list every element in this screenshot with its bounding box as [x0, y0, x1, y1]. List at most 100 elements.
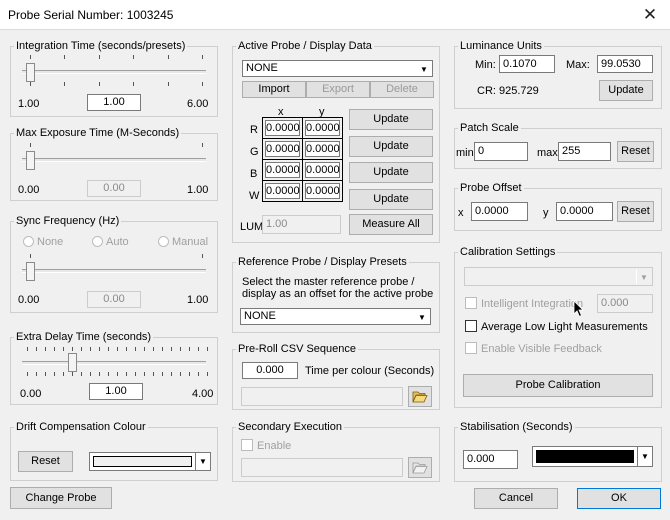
cancel-button[interactable]: Cancel	[474, 488, 558, 509]
lum-value-field[interactable]: 1.00	[262, 215, 341, 234]
extra-delay-slider-track[interactable]	[22, 361, 206, 365]
w-y-field[interactable]: 0.0000	[305, 183, 340, 199]
import-button[interactable]: Import	[242, 81, 306, 98]
sync-max: 1.00	[187, 294, 209, 306]
average-low-light-checkbox[interactable]	[465, 320, 477, 332]
delete-button[interactable]: Delete	[370, 81, 434, 98]
luminance-update-button[interactable]: Update	[599, 80, 653, 101]
drift-legend: Drift Compensation Colour	[16, 421, 146, 433]
w-x-field[interactable]: 0.0000	[265, 183, 300, 199]
exposure-slider-thumb[interactable]	[26, 151, 35, 170]
patch-min-field[interactable]: 0	[474, 142, 528, 161]
g-x-field[interactable]: 0.0000	[265, 141, 300, 157]
extra-delay-tick	[135, 372, 136, 376]
drift-reset-button[interactable]: Reset	[18, 451, 73, 472]
folder-open-icon	[412, 391, 428, 403]
integration-min: 1.00	[18, 98, 40, 110]
window-title: Probe Serial Number: 1003245	[8, 8, 174, 22]
reference-selected: NONE	[244, 310, 276, 322]
patch-max-field[interactable]: 255	[558, 142, 611, 161]
extra-delay-tick	[144, 347, 145, 351]
extra-delay-tick	[198, 347, 199, 351]
extra-delay-slider-thumb[interactable]	[68, 353, 77, 372]
intelligent-integration-field[interactable]: 0.000	[597, 294, 653, 313]
secondary-enable-label: Enable	[257, 440, 292, 452]
stabilisation-colour-picker[interactable]: ▼	[532, 446, 653, 467]
luminance-max-field[interactable]: 99.0530	[597, 55, 653, 73]
extra-delay-tick	[99, 347, 100, 351]
integration-slider-thumb[interactable]	[26, 63, 35, 82]
chevron-down-icon[interactable]: ▼	[636, 269, 651, 284]
sync-manual-label: Manual	[172, 236, 209, 248]
chevron-down-icon[interactable]: ▼	[416, 62, 431, 75]
luminance-min-label: Min:	[475, 59, 496, 71]
luminance-min-field[interactable]: 0.1070	[499, 55, 555, 73]
sync-legend: Sync Frequency (Hz)	[16, 215, 120, 227]
extra-delay-tick	[45, 372, 46, 376]
chevron-down-icon[interactable]: ▼	[637, 447, 652, 466]
probe-offset-legend: Probe Offset	[460, 182, 522, 194]
extra-delay-tick	[198, 372, 199, 376]
extra-delay-tick	[90, 372, 91, 376]
secondary-legend: Secondary Execution	[238, 421, 342, 433]
average-low-light-label: Average Low Light Measurements	[481, 321, 648, 333]
extra-delay-tick	[27, 347, 28, 351]
calibration-select[interactable]: ▼	[464, 267, 653, 286]
secondary-open-button[interactable]	[408, 457, 432, 478]
close-icon[interactable]: ✕	[630, 0, 670, 30]
offset-x-field[interactable]: 0.0000	[471, 202, 528, 221]
sync-slider-track[interactable]	[22, 269, 206, 273]
g-y-field[interactable]: 0.0000	[305, 141, 340, 157]
update-w-button[interactable]: Update	[349, 189, 433, 210]
chevron-down-icon[interactable]: ▼	[195, 453, 210, 470]
update-b-button[interactable]: Update	[349, 162, 433, 183]
sync-value-field[interactable]: 0.00	[87, 291, 141, 308]
preroll-time-field[interactable]: 0.000	[242, 362, 298, 379]
sync-none-radio[interactable]	[23, 236, 34, 247]
active-probe-select[interactable]: NONE ▼	[242, 60, 433, 77]
drift-colour-picker[interactable]: ▼	[89, 452, 211, 471]
stabilisation-field[interactable]: 0.000	[463, 450, 518, 469]
exposure-slider-track[interactable]	[22, 158, 206, 162]
integration-tick	[133, 55, 135, 59]
visible-feedback-checkbox[interactable]	[465, 342, 477, 354]
change-probe-button[interactable]: Change Probe	[10, 487, 112, 509]
sync-auto-radio[interactable]	[92, 236, 103, 247]
b-y-field[interactable]: 0.0000	[305, 162, 340, 178]
integration-tick	[167, 82, 169, 86]
integration-tick	[98, 82, 100, 86]
sync-none-label: None	[37, 236, 64, 248]
preroll-open-button[interactable]	[408, 386, 432, 407]
integration-tick	[133, 82, 135, 86]
reference-select[interactable]: NONE ▼	[240, 308, 431, 325]
update-r-button[interactable]: Update	[349, 109, 433, 130]
chevron-down-icon[interactable]: ▼	[414, 310, 429, 323]
export-button[interactable]: Export	[306, 81, 370, 98]
sync-slider-thumb[interactable]	[26, 262, 35, 281]
sync-auto-label: Auto	[106, 236, 129, 248]
update-g-button[interactable]: Update	[349, 136, 433, 157]
intelligent-integration-checkbox[interactable]	[465, 297, 477, 309]
offset-y-field[interactable]: 0.0000	[556, 202, 613, 221]
secondary-file-field[interactable]	[241, 458, 403, 477]
secondary-enable-checkbox[interactable]	[241, 439, 253, 451]
r-x-field[interactable]: 0.0000	[265, 120, 300, 136]
exposure-value-field[interactable]: 0.00	[87, 180, 141, 197]
patch-reset-button[interactable]: Reset	[617, 141, 654, 162]
extra-delay-value-field[interactable]: 1.00	[89, 383, 143, 400]
integration-value-field[interactable]: 1.00	[87, 94, 141, 111]
b-x-field[interactable]: 0.0000	[265, 162, 300, 178]
offset-reset-button[interactable]: Reset	[617, 201, 654, 222]
integration-tick	[98, 55, 100, 59]
measure-all-button[interactable]: Measure All	[349, 214, 433, 235]
preroll-file-field[interactable]	[241, 387, 403, 406]
probe-calibration-button[interactable]: Probe Calibration	[463, 374, 653, 397]
exposure-tick-end	[202, 143, 203, 147]
calibration-legend: Calibration Settings	[460, 246, 556, 258]
extra-delay-tick	[36, 347, 37, 351]
r-y-field[interactable]: 0.0000	[305, 120, 340, 136]
integration-tick	[167, 55, 169, 59]
integration-slider-track[interactable]	[22, 70, 206, 74]
ok-button[interactable]: OK	[577, 488, 661, 509]
sync-manual-radio[interactable]	[158, 236, 169, 247]
